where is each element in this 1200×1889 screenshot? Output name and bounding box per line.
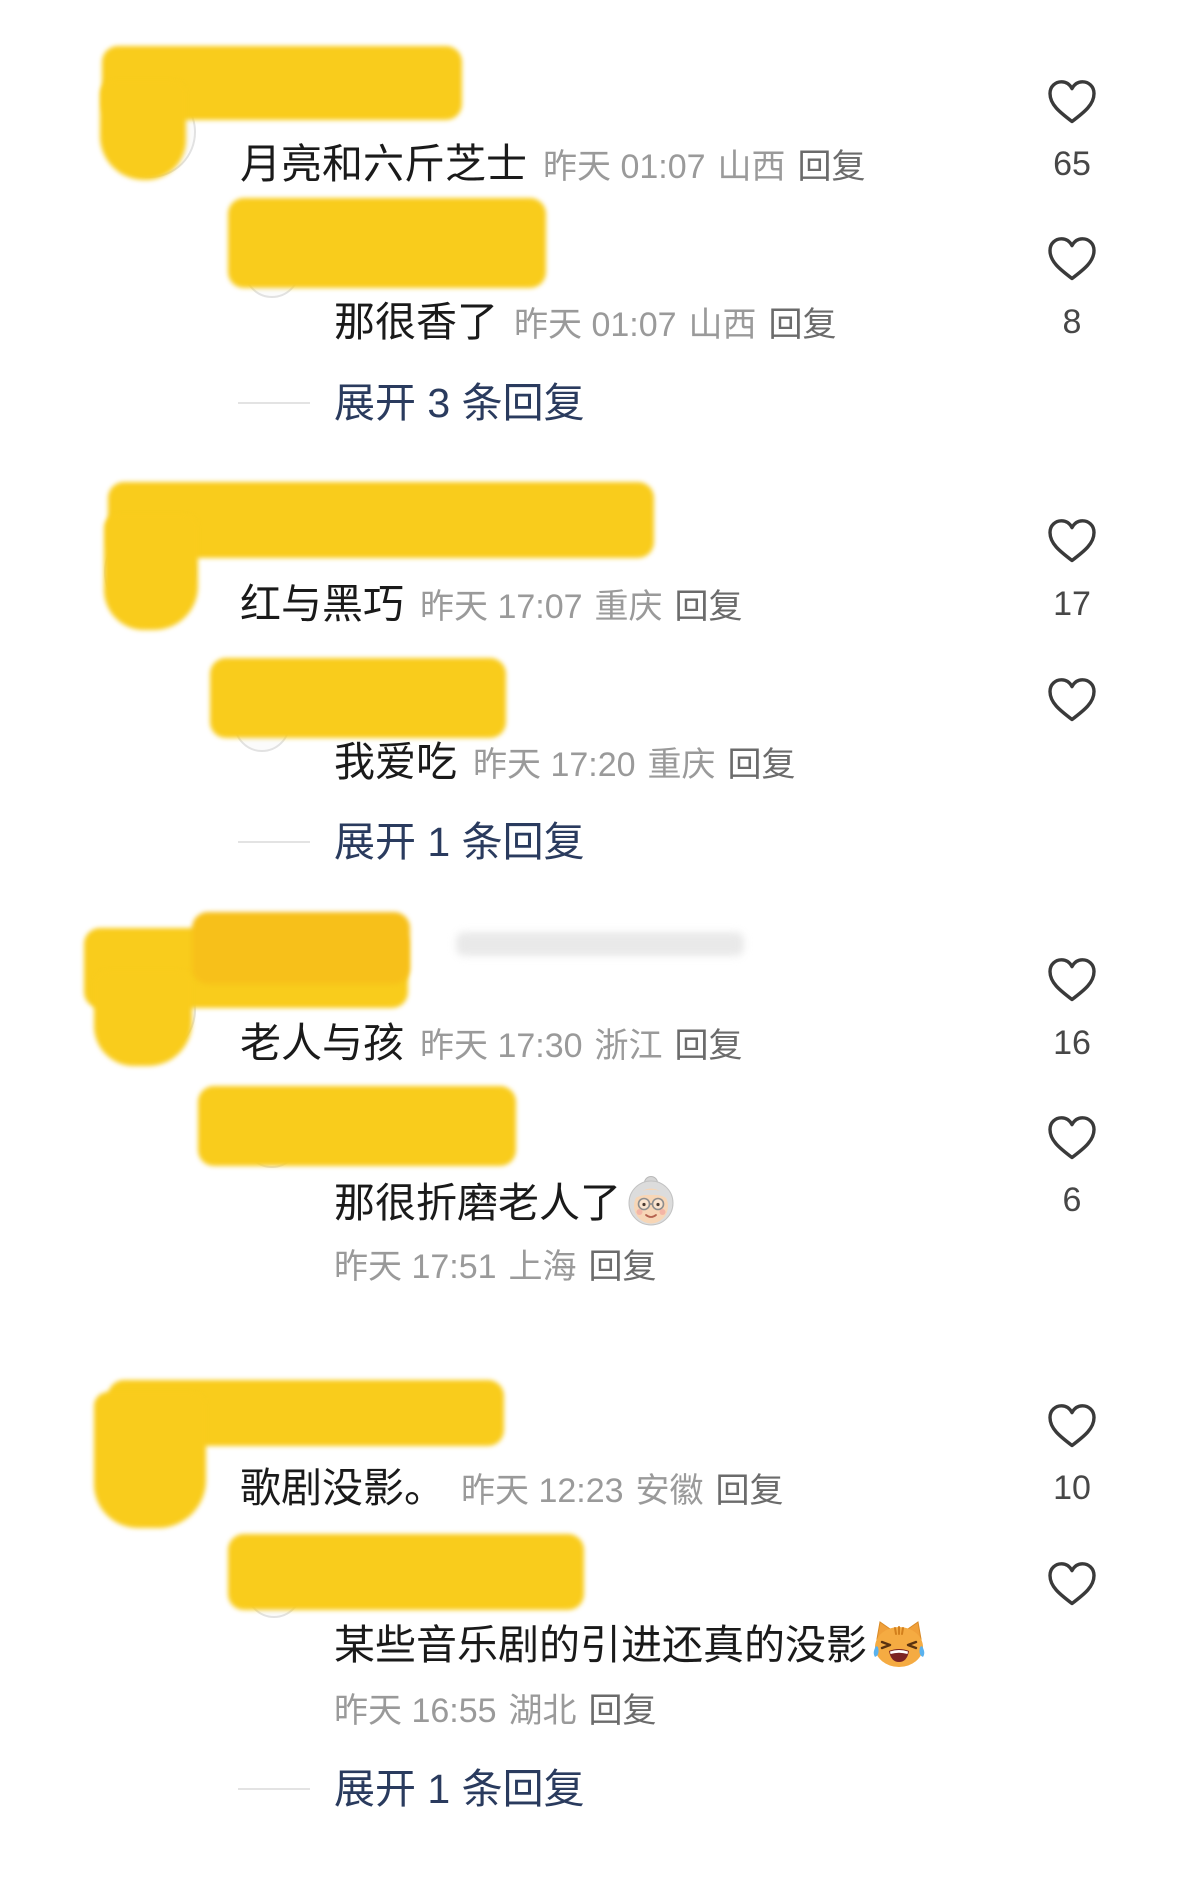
like-count: 8 (1062, 303, 1082, 341)
redacted-reply-username (228, 1534, 584, 1610)
reply-button[interactable]: 回复 (716, 1472, 784, 1510)
reply-meta-row: 昨天 17:51 上海 回复 (334, 1242, 657, 1292)
reply-location: 上海 (508, 1248, 577, 1286)
reply-location: 重庆 (647, 746, 716, 784)
reply-button[interactable]: 回复 (589, 1692, 657, 1730)
like-count: 10 (1053, 1469, 1091, 1507)
reply-time: 昨天 17:20 (473, 746, 636, 784)
reply-location: 山西 (688, 306, 757, 344)
comment-location: 安徽 (635, 1472, 704, 1510)
reply-row: 那很香了 昨天 01:07 山西 回复 (334, 297, 837, 347)
redacted-avatar (94, 1392, 206, 1528)
reply-row: 我爱吃 昨天 17:20 重庆 回复 (334, 737, 796, 787)
reply-button[interactable]: 回复 (769, 306, 837, 344)
reply-button[interactable]: 回复 (675, 1027, 743, 1065)
comment-row: 月亮和六斤芝士 昨天 01:07 山西 回复 (240, 139, 866, 189)
redacted-reply-username (228, 198, 546, 288)
expand-replies-button[interactable]: 展开 1 条回复 (334, 817, 585, 867)
like-count: 65 (1053, 145, 1091, 183)
comment-row: 红与黑巧 昨天 17:07 重庆 回复 (240, 579, 743, 629)
redacted-avatar (94, 970, 192, 1066)
reply-meta-row: 昨天 16:55 湖北 回复 (334, 1686, 657, 1736)
expand-replies-label[interactable]: 展开 1 条回复 (334, 1766, 585, 1812)
expand-divider (238, 1788, 310, 1790)
comment-text[interactable]: 月亮和六斤芝士 (240, 141, 527, 187)
like-heart-icon[interactable] (1047, 1403, 1097, 1449)
comment-time: 昨天 12:23 (461, 1472, 624, 1510)
redacted-reply-username (210, 658, 506, 738)
expand-divider (238, 841, 310, 843)
expand-replies-button[interactable]: 展开 3 条回复 (334, 378, 585, 428)
expand-replies-label[interactable]: 展开 1 条回复 (334, 819, 585, 865)
expand-replies-button[interactable]: 展开 1 条回复 (334, 1764, 585, 1814)
expand-divider (238, 402, 310, 404)
reply-text[interactable]: 我爱吃 (334, 739, 457, 785)
older-woman-emoji-icon (625, 1175, 677, 1227)
reply-row: 某些音乐剧的引进还真的没影 (334, 1619, 927, 1669)
comment-time: 昨天 01:07 (543, 148, 706, 186)
reply-text[interactable]: 那很香了 (334, 299, 498, 345)
comment-location: 重庆 (594, 588, 663, 626)
like-heart-icon[interactable] (1047, 1115, 1097, 1161)
like-heart-icon[interactable] (1047, 957, 1097, 1003)
like-count: 6 (1062, 1181, 1082, 1219)
reply-row: 那很折磨老人了 (334, 1175, 677, 1227)
cat-with-tears-of-joy-emoji-icon (871, 1619, 927, 1669)
reply-button[interactable]: 回复 (798, 148, 866, 186)
reply-button[interactable]: 回复 (589, 1248, 657, 1286)
like-count: 16 (1053, 1024, 1091, 1062)
comment-time: 昨天 17:30 (420, 1027, 583, 1065)
like-heart-icon[interactable] (1047, 236, 1097, 282)
comment-text[interactable]: 老人与孩 (240, 1020, 404, 1066)
comment-time: 昨天 17:07 (420, 588, 583, 626)
reply-time: 昨天 01:07 (514, 306, 677, 344)
reply-time: 昨天 17:51 (334, 1248, 497, 1286)
expand-replies-label[interactable]: 展开 3 条回复 (334, 380, 585, 426)
comment-row: 老人与孩 昨天 17:30 浙江 回复 (240, 1018, 743, 1068)
like-heart-icon[interactable] (1047, 79, 1097, 125)
reply-location: 湖北 (508, 1692, 577, 1730)
reply-text[interactable]: 那很折磨老人了 (334, 1180, 621, 1226)
comment-text[interactable]: 歌剧没影。 (240, 1465, 445, 1511)
comment-location: 山西 (717, 148, 786, 186)
comment-text[interactable]: 红与黑巧 (240, 581, 404, 627)
like-count: 17 (1053, 585, 1091, 623)
reply-button[interactable]: 回复 (675, 588, 743, 626)
redacted-avatar (100, 80, 186, 180)
redacted-username (192, 912, 410, 984)
redacted-avatar (104, 514, 198, 630)
like-heart-icon[interactable] (1047, 677, 1097, 723)
reply-text[interactable]: 某些音乐剧的引进还真的没影 (334, 1622, 867, 1668)
redacted-reply-username (198, 1086, 516, 1166)
like-heart-icon[interactable] (1047, 518, 1097, 564)
like-heart-icon[interactable] (1047, 1561, 1097, 1607)
reply-time: 昨天 16:55 (334, 1692, 497, 1730)
blurred-badge (456, 932, 744, 956)
reply-button[interactable]: 回复 (728, 746, 796, 784)
comment-location: 浙江 (594, 1027, 663, 1065)
comment-row: 歌剧没影。 昨天 12:23 安徽 回复 (240, 1463, 784, 1513)
